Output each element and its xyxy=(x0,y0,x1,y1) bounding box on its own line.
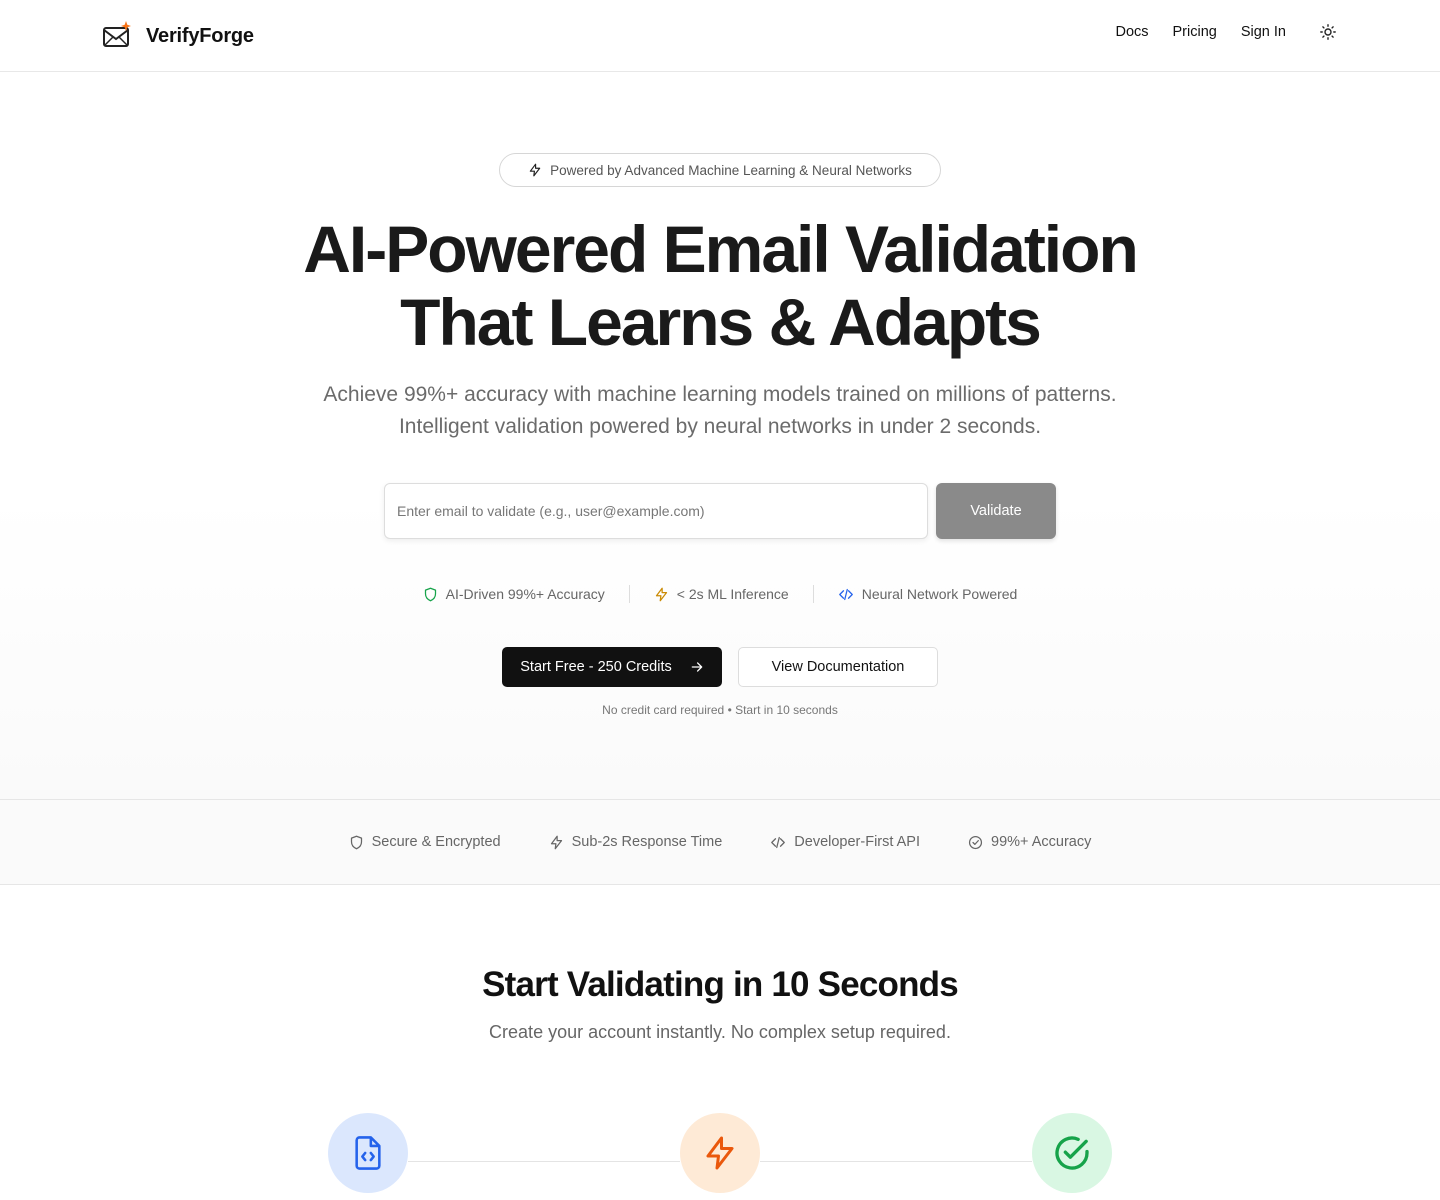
arrow-right-icon xyxy=(691,662,703,672)
step-3-circle xyxy=(1032,1113,1112,1193)
mail-logo-icon xyxy=(103,21,131,47)
no-credit-card-note: No credit card required • Start in 10 se… xyxy=(602,703,838,717)
trust-secure: Secure & Encrypted xyxy=(349,834,501,850)
trust-api: Developer-First API xyxy=(770,834,920,850)
badge-text: Powered by Advanced Machine Learning & N… xyxy=(550,162,912,178)
trust-speed: Sub-2s Response Time xyxy=(549,834,723,850)
feature-accuracy: AI-Driven 99%+ Accuracy xyxy=(423,586,605,602)
hero-headline: AI-Powered Email Validation That Learns … xyxy=(0,213,1440,359)
lightning-icon xyxy=(529,163,541,177)
trust-label: 99%+ Accuracy xyxy=(991,834,1092,850)
divider xyxy=(628,585,630,603)
view-documentation-button[interactable]: View Documentation xyxy=(738,647,938,687)
top-nav: Docs Pricing Sign In xyxy=(1091,24,1336,40)
check-circle-icon xyxy=(1055,1136,1089,1170)
steps-subtitle: Create your account instantly. No comple… xyxy=(489,1022,951,1042)
trust-label: Developer-First API xyxy=(794,834,921,850)
trust-label: Sub-2s Response Time xyxy=(571,834,723,850)
feature-speed: < 2s ML Inference xyxy=(654,586,789,602)
hero-features: AI-Driven 99%+ Accuracy < 2s ML Inferenc… xyxy=(0,585,1440,603)
file-code-icon xyxy=(355,1136,381,1170)
trust-band: Secure & Encrypted Sub-2s Response Time … xyxy=(0,799,1440,885)
shield-icon xyxy=(424,587,436,601)
feature-label: < 2s ML Inference xyxy=(676,586,789,602)
step-2-circle xyxy=(680,1113,760,1193)
shield-icon xyxy=(350,835,362,849)
lightning-icon xyxy=(706,1136,734,1170)
feature-label: Neural Network Powered xyxy=(861,586,1018,602)
hero-subhead: Achieve 99%+ accuracy with machine learn… xyxy=(0,379,1440,443)
lightning-icon xyxy=(655,587,667,601)
steps-title: Start Validating in 10 Seconds xyxy=(482,965,959,1004)
trust-label: Secure & Encrypted xyxy=(371,834,501,850)
trust-accuracy: 99%+ Accuracy xyxy=(968,834,1091,850)
step-1-circle xyxy=(328,1113,408,1193)
code-icon xyxy=(838,588,853,600)
divider xyxy=(812,585,814,603)
sun-icon[interactable] xyxy=(1320,24,1336,40)
hero-section: Powered by Advanced Machine Learning & N… xyxy=(0,73,1440,799)
brand-name: VerifyForge xyxy=(146,24,254,47)
subhead-line-1: Achieve 99%+ accuracy with machine learn… xyxy=(323,383,1117,406)
feature-neural: Neural Network Powered xyxy=(838,586,1018,602)
site-header: VerifyForge Docs Pricing Sign In xyxy=(0,0,1440,72)
subhead-line-2: Intelligent validation powered by neural… xyxy=(398,415,1042,438)
headline-line-2: That Learns & Adapts xyxy=(400,285,1042,359)
check-circle-icon xyxy=(968,835,983,849)
nav-pricing[interactable]: Pricing xyxy=(1173,24,1217,40)
ml-badge: Powered by Advanced Machine Learning & N… xyxy=(499,153,941,187)
nav-sign-in[interactable]: Sign In xyxy=(1241,24,1286,40)
start-free-label: Start Free - 250 Credits xyxy=(520,659,672,675)
validate-button[interactable]: Validate xyxy=(936,483,1056,539)
start-free-button[interactable]: Start Free - 250 Credits xyxy=(502,647,722,687)
step-connector xyxy=(408,1161,680,1162)
lightning-icon xyxy=(550,835,562,849)
email-input[interactable] xyxy=(384,483,928,539)
nav-docs[interactable]: Docs xyxy=(1115,24,1148,40)
headline-line-1: AI-Powered Email Validation xyxy=(303,212,1139,286)
feature-label: AI-Driven 99%+ Accuracy xyxy=(445,586,605,602)
brand-link[interactable]: VerifyForge xyxy=(102,21,254,51)
code-icon xyxy=(771,836,786,848)
step-connector xyxy=(760,1161,1032,1162)
